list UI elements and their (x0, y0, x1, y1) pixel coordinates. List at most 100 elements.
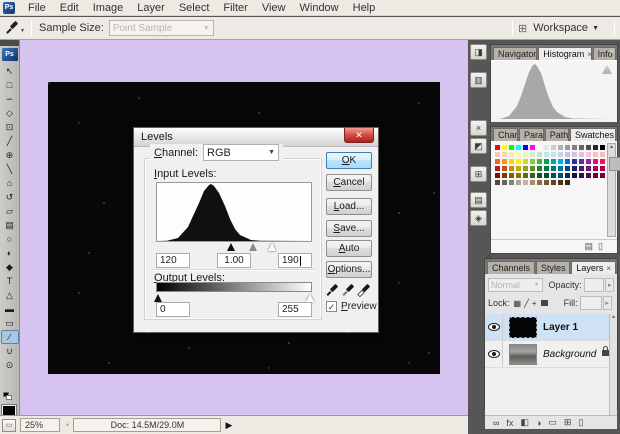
scrollbar-thumb[interactable] (609, 157, 620, 171)
lock-all-icon[interactable] (540, 300, 548, 306)
color-swatch[interactable] (564, 158, 571, 165)
color-swatch[interactable] (536, 158, 543, 165)
color-swatch[interactable] (515, 158, 522, 165)
tool-slice[interactable]: ╱ (1, 134, 19, 148)
color-swatch[interactable] (508, 158, 515, 165)
input-highlight-slider[interactable] (268, 243, 276, 251)
tool-eyedropper[interactable]: ∕ (0, 330, 19, 344)
layer-thumbnail[interactable] (509, 343, 537, 365)
color-swatch[interactable] (522, 158, 529, 165)
tool-quick-selection[interactable]: ◇ (1, 106, 19, 120)
tab-layers[interactable]: Layers × (571, 261, 616, 274)
default-colors-icon[interactable] (3, 392, 13, 401)
load-button[interactable]: Load... (326, 198, 372, 215)
color-swatch[interactable] (522, 144, 529, 151)
color-swatch[interactable] (522, 179, 529, 186)
tool-lasso[interactable]: ∽ (1, 92, 19, 106)
new-layer-icon[interactable]: ⊞ (564, 417, 572, 428)
menu-item[interactable]: Select (172, 0, 217, 16)
color-swatch[interactable] (543, 172, 550, 179)
color-swatch[interactable] (571, 172, 578, 179)
new-swatch-icon[interactable]: ▤ (585, 241, 594, 252)
color-swatch[interactable] (550, 144, 557, 151)
tool-gradient[interactable]: ▤ (1, 218, 19, 232)
color-swatch[interactable] (599, 172, 606, 179)
menu-item[interactable]: File (21, 0, 53, 16)
adjustment-layer-icon[interactable]: ◑ (536, 418, 541, 428)
zoom-level-field[interactable]: 25% (20, 418, 60, 432)
dock-icon-tool-presets[interactable]: × (470, 120, 487, 136)
layer-row-background[interactable]: Background (485, 341, 617, 368)
tab-styles[interactable]: Styles × (535, 261, 571, 274)
output-shadow-field[interactable]: 0 (156, 302, 190, 317)
tool-brush[interactable]: ╲ (1, 162, 19, 176)
color-swatch[interactable] (536, 179, 543, 186)
layer-mask-icon[interactable]: ◧ (520, 417, 529, 428)
layers-scrollbar[interactable]: ▲ (609, 314, 617, 415)
tab-paragraph[interactable]: Para × (519, 128, 544, 141)
visibility-toggle[interactable] (485, 314, 503, 340)
color-swatch[interactable] (515, 165, 522, 172)
color-swatch[interactable] (578, 158, 585, 165)
preview-checkbox[interactable]: ✓ (326, 301, 337, 312)
dock-icon-layer-comps[interactable]: ▥ (470, 72, 487, 88)
layer-name[interactable]: Layer 1 (543, 322, 578, 333)
ok-button[interactable]: OK (326, 152, 372, 169)
color-swatch[interactable] (494, 165, 501, 172)
color-swatch[interactable] (585, 151, 592, 158)
color-swatch[interactable] (501, 158, 508, 165)
dock-icon-history[interactable]: ◨ (470, 44, 487, 60)
color-swatch[interactable] (529, 172, 536, 179)
color-swatch[interactable] (536, 165, 543, 172)
color-swatch[interactable] (564, 165, 571, 172)
lock-position-icon[interactable]: + (532, 299, 537, 308)
color-swatch[interactable] (571, 165, 578, 172)
tab-close-icon[interactable]: × (587, 50, 590, 59)
workspace-button[interactable]: Workspace (533, 22, 588, 34)
color-swatch[interactable] (508, 172, 515, 179)
tool-preset-arrow-icon[interactable]: ▾ (21, 27, 24, 34)
tool-dodge[interactable]: ◐ (1, 246, 19, 260)
color-swatch[interactable] (592, 151, 599, 158)
color-swatch[interactable] (543, 144, 550, 151)
input-midtone-slider[interactable] (249, 243, 257, 251)
menu-item[interactable]: View (255, 0, 293, 16)
menu-item[interactable]: Layer (130, 0, 172, 16)
color-swatch[interactable] (550, 172, 557, 179)
layer-group-icon[interactable]: ▭ (548, 417, 557, 428)
layer-thumbnail[interactable] (509, 316, 537, 338)
color-swatch[interactable] (501, 172, 508, 179)
panel-menu-icon[interactable]: ≡ (609, 47, 614, 56)
tool-spot-healing[interactable]: ⊕ (1, 148, 19, 162)
color-swatch[interactable] (564, 179, 571, 186)
color-swatch[interactable] (557, 151, 564, 158)
input-shadow-slider[interactable] (227, 243, 235, 251)
channel-select[interactable]: RGB ▼ (203, 144, 280, 161)
color-swatch[interactable] (508, 151, 515, 158)
white-point-eyedropper-icon[interactable] (358, 283, 371, 297)
color-swatch[interactable] (508, 179, 515, 186)
toolbar-grip[interactable] (0, 40, 19, 46)
black-point-eyedropper-icon[interactable] (326, 283, 339, 297)
color-swatch[interactable] (585, 158, 592, 165)
color-swatch[interactable] (599, 151, 606, 158)
color-swatch[interactable] (599, 144, 606, 151)
auto-button[interactable]: Auto (326, 240, 372, 257)
color-swatch[interactable] (571, 158, 578, 165)
color-swatch[interactable] (550, 158, 557, 165)
visibility-toggle[interactable] (485, 341, 503, 367)
tab-navigator[interactable]: Navigator × (493, 47, 538, 60)
dock-icon-styles[interactable]: ◈ (470, 210, 487, 226)
color-swatch[interactable] (592, 165, 599, 172)
color-swatch[interactable] (515, 144, 522, 151)
color-swatch[interactable] (515, 179, 522, 186)
color-swatch[interactable] (557, 165, 564, 172)
color-swatch[interactable] (592, 144, 599, 151)
dock-icon-clone-source[interactable]: ⊞ (470, 166, 487, 182)
color-swatch[interactable] (501, 144, 508, 151)
swatches-scrollbar[interactable]: ▲ (607, 143, 620, 237)
color-swatch[interactable] (571, 151, 578, 158)
color-swatch[interactable] (522, 151, 529, 158)
output-highlight-slider[interactable] (306, 294, 314, 302)
tab-histogram[interactable]: Histogram × (538, 47, 592, 60)
